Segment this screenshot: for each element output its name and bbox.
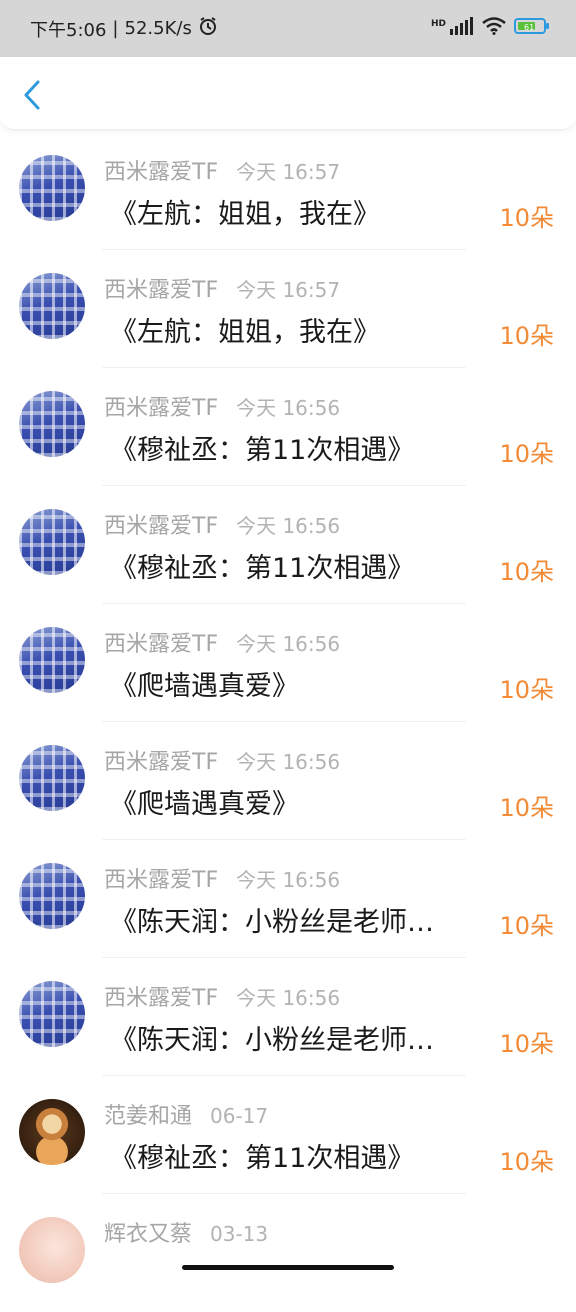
list-item[interactable]: 西米露爱TF 今天 16:56 《爬墙遇真爱》 10朵 bbox=[0, 722, 576, 840]
sender-name[interactable]: 范姜和通 bbox=[104, 1098, 192, 1130]
sender-name[interactable]: 西米露爱TF bbox=[104, 390, 218, 422]
list-item[interactable]: 西米露爱TF 今天 16:56 《穆祉丞：第11次相遇》 10朵 bbox=[0, 368, 576, 486]
gift-record-list: 西米露爱TF 今天 16:57 《左航：姐姐，我在》 10朵 西米露爱TF 今天… bbox=[0, 132, 576, 1312]
gift-count: 10朵 bbox=[499, 912, 554, 940]
item-time: 今天 16:56 bbox=[236, 986, 341, 1010]
sender-name[interactable]: 西米露爱TF bbox=[104, 980, 218, 1012]
gift-count: 10朵 bbox=[499, 322, 554, 350]
list-item[interactable]: 西米露爱TF 今天 16:56 《穆祉丞：第11次相遇》 10朵 bbox=[0, 486, 576, 604]
gift-count: 10朵 bbox=[499, 558, 554, 586]
item-time: 今天 16:56 bbox=[236, 396, 341, 420]
list-item[interactable]: 西米露爱TF 今天 16:56 《爬墙遇真爱》 10朵 bbox=[0, 604, 576, 722]
avatar[interactable] bbox=[19, 509, 85, 575]
wifi-icon bbox=[482, 17, 506, 40]
item-time: 03-13 bbox=[210, 1222, 269, 1246]
alarm-icon bbox=[198, 16, 218, 41]
gift-count: 10朵 bbox=[499, 1148, 554, 1176]
gift-count: 10朵 bbox=[499, 204, 554, 232]
avatar[interactable] bbox=[19, 391, 85, 457]
signal-icon bbox=[450, 17, 474, 40]
avatar[interactable] bbox=[19, 1217, 85, 1283]
item-meta: 西米露爱TF 今天 16:56 bbox=[104, 980, 340, 1012]
gift-name: 《穆祉丞：第11次相遇》 bbox=[110, 1143, 415, 1174]
status-divider: | bbox=[112, 18, 119, 39]
svg-text:61: 61 bbox=[524, 23, 534, 32]
gift-name: 《爬墙遇真爱》 bbox=[110, 789, 299, 820]
status-bar: 下午5:06 | 52.5K/s HD 61 bbox=[0, 0, 576, 57]
chevron-left-icon bbox=[24, 80, 40, 110]
home-indicator[interactable] bbox=[182, 1265, 394, 1270]
item-meta: 西米露爱TF 今天 16:56 bbox=[104, 626, 340, 658]
gift-name: 《左航：姐姐，我在》 bbox=[110, 199, 380, 230]
gift-name: 《陈天润：小粉丝是老师… bbox=[110, 1025, 434, 1056]
item-meta: 西米露爱TF 今天 16:56 bbox=[104, 862, 340, 894]
header bbox=[0, 57, 576, 130]
sender-name[interactable]: 西米露爱TF bbox=[104, 508, 218, 540]
gift-name: 《爬墙遇真爱》 bbox=[110, 671, 299, 702]
gift-name: 《左航：姐姐，我在》 bbox=[110, 317, 380, 348]
back-button[interactable] bbox=[16, 77, 48, 113]
status-left: 下午5:06 | 52.5K/s bbox=[30, 16, 218, 42]
item-meta: 西米露爱TF 今天 16:56 bbox=[104, 744, 340, 776]
avatar[interactable] bbox=[19, 627, 85, 693]
list-item[interactable]: 西米露爱TF 今天 16:56 《陈天润：小粉丝是老师… 10朵 bbox=[0, 958, 576, 1076]
item-meta: 西米露爱TF 今天 16:57 bbox=[104, 154, 340, 186]
gift-count: 10朵 bbox=[499, 440, 554, 468]
sender-name[interactable]: 西米露爱TF bbox=[104, 626, 218, 658]
status-time: 下午5:06 bbox=[30, 19, 107, 41]
sender-name[interactable]: 辉衣又蔡 bbox=[104, 1216, 192, 1248]
item-meta: 辉衣又蔡 03-13 bbox=[104, 1216, 268, 1248]
item-time: 今天 16:57 bbox=[236, 160, 341, 184]
list-item[interactable]: 辉衣又蔡 03-13 bbox=[0, 1194, 576, 1312]
item-time: 06-17 bbox=[210, 1104, 269, 1128]
item-meta: 范姜和通 06-17 bbox=[104, 1098, 268, 1130]
avatar[interactable] bbox=[19, 745, 85, 811]
battery-icon: 61 bbox=[514, 17, 550, 40]
sender-name[interactable]: 西米露爱TF bbox=[104, 154, 218, 186]
item-time: 今天 16:56 bbox=[236, 514, 341, 538]
list-item[interactable]: 西米露爱TF 今天 16:57 《左航：姐姐，我在》 10朵 bbox=[0, 250, 576, 368]
item-time: 今天 16:56 bbox=[236, 750, 341, 774]
list-item[interactable]: 范姜和通 06-17 《穆祉丞：第11次相遇》 10朵 bbox=[0, 1076, 576, 1194]
item-meta: 西米露爱TF 今天 16:57 bbox=[104, 272, 340, 304]
gift-name: 《陈天润：小粉丝是老师… bbox=[110, 907, 434, 938]
avatar[interactable] bbox=[19, 155, 85, 221]
item-meta: 西米露爱TF 今天 16:56 bbox=[104, 390, 340, 422]
avatar[interactable] bbox=[19, 863, 85, 929]
gift-count: 10朵 bbox=[499, 676, 554, 704]
list-item[interactable]: 西米露爱TF 今天 16:56 《陈天润：小粉丝是老师… 10朵 bbox=[0, 840, 576, 958]
hd-label: HD bbox=[430, 19, 446, 29]
list-item[interactable]: 西米露爱TF 今天 16:57 《左航：姐姐，我在》 10朵 bbox=[0, 132, 576, 250]
status-right: HD 61 bbox=[431, 17, 550, 40]
sender-name[interactable]: 西米露爱TF bbox=[104, 744, 218, 776]
gift-count: 10朵 bbox=[499, 1030, 554, 1058]
item-time: 今天 16:56 bbox=[236, 632, 341, 656]
sender-name[interactable]: 西米露爱TF bbox=[104, 862, 218, 894]
sender-name[interactable]: 西米露爱TF bbox=[104, 272, 218, 304]
item-time: 今天 16:56 bbox=[236, 868, 341, 892]
gift-name: 《穆祉丞：第11次相遇》 bbox=[110, 553, 415, 584]
gift-count: 10朵 bbox=[499, 794, 554, 822]
item-time: 今天 16:57 bbox=[236, 278, 341, 302]
avatar[interactable] bbox=[19, 981, 85, 1047]
network-speed: 52.5K/s bbox=[124, 18, 192, 39]
avatar[interactable] bbox=[19, 273, 85, 339]
avatar[interactable] bbox=[19, 1099, 85, 1165]
gift-name: 《穆祉丞：第11次相遇》 bbox=[110, 435, 415, 466]
item-meta: 西米露爱TF 今天 16:56 bbox=[104, 508, 340, 540]
